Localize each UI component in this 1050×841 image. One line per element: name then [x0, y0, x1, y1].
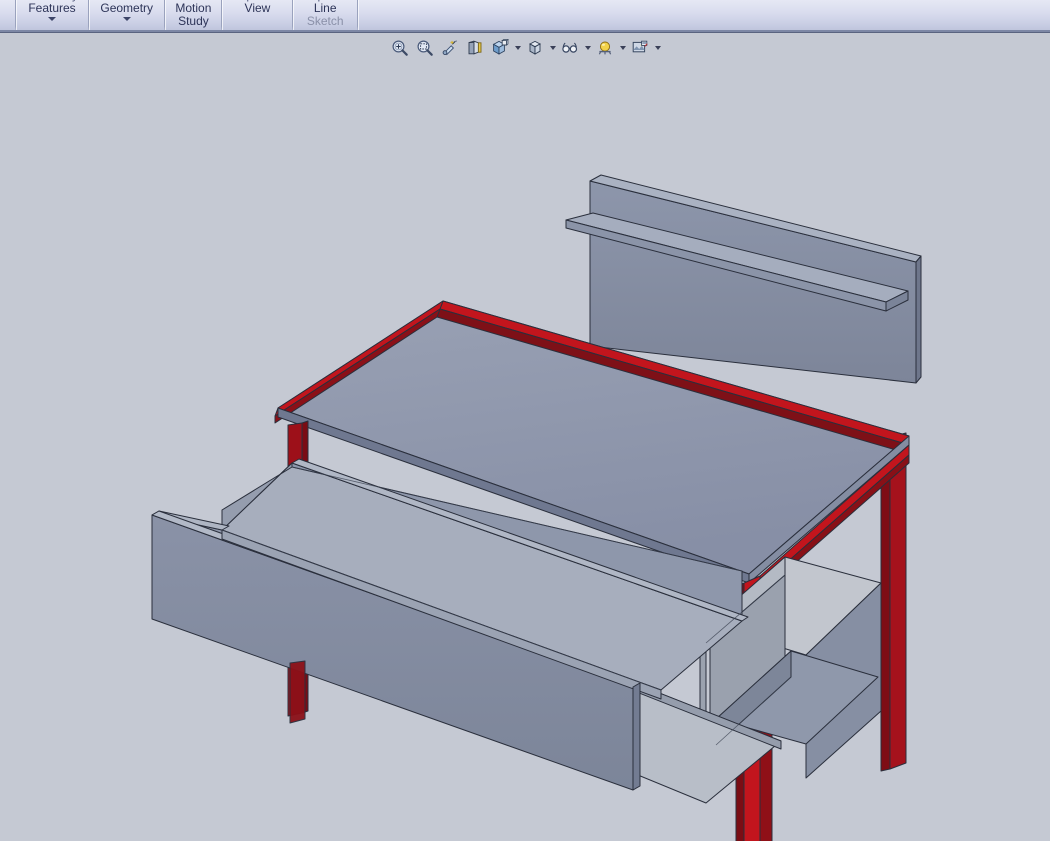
- tab-assembly-features-line2: Features: [28, 2, 75, 15]
- chevron-down-icon[interactable]: [123, 17, 131, 21]
- tab-separator: [15, 0, 16, 33]
- chevron-down-icon[interactable]: [653, 36, 662, 60]
- ribbon-tab-bar: s Assembly Features Reference Geometry N…: [0, 0, 1050, 33]
- tab-motion-study-line1: New: [181, 0, 205, 2]
- backsplash-panel-right-edge: [916, 256, 921, 383]
- chevron-down-icon[interactable]: [548, 36, 557, 60]
- chevron-down-icon[interactable]: [618, 36, 627, 60]
- chevron-down-icon[interactable]: [583, 36, 592, 60]
- display-style-icon[interactable]: [523, 36, 547, 60]
- tab-reference-geometry-line2: Geometry: [100, 2, 153, 15]
- tab-separator: [221, 0, 222, 33]
- tab-explode-line-sketch-line3: Sketch: [307, 15, 344, 28]
- tab-separator: [292, 0, 293, 33]
- tab-partial-left[interactable]: s: [0, 0, 14, 2]
- chevron-down-icon[interactable]: [513, 36, 522, 60]
- edit-appearance-icon[interactable]: [593, 36, 617, 60]
- solidworks-window: s Assembly Features Reference Geometry N…: [0, 0, 1050, 841]
- tab-separator: [357, 0, 358, 33]
- tab-motion-study-line3: Study: [178, 15, 209, 28]
- chevron-down-icon[interactable]: [48, 17, 56, 21]
- tab-assembly-features-line1: Assembly: [26, 0, 78, 2]
- zoom-to-fit-icon[interactable]: [388, 36, 412, 60]
- tab-explode-line-sketch[interactable]: Explode Line Sketch: [294, 0, 355, 28]
- tab-separator: [88, 0, 89, 33]
- ribbon-tab-row: s Assembly Features Reference Geometry N…: [0, 0, 359, 33]
- tab-explode-line-sketch-line1: Explode: [303, 0, 346, 2]
- drawer-right-end-cap: [633, 683, 640, 790]
- tab-assembly-features[interactable]: Assembly Features: [17, 0, 87, 21]
- view-toolbar: [0, 33, 1050, 63]
- zoom-to-area-icon[interactable]: [413, 36, 437, 60]
- leg-rear-left: [290, 661, 305, 723]
- zoom-in-out-icon[interactable]: [438, 36, 462, 60]
- tab-exploded-view-line2: View: [245, 2, 271, 15]
- leg-rear-right: [890, 433, 906, 769]
- tab-reference-geometry-line1: Reference: [99, 0, 154, 2]
- apply-scene-icon[interactable]: [628, 36, 652, 60]
- tab-exploded-view-line1: Exploded: [232, 0, 282, 2]
- tab-reference-geometry[interactable]: Reference Geometry: [90, 0, 163, 21]
- tab-exploded-view[interactable]: Exploded View: [223, 0, 291, 15]
- workbench-3d-model: [0, 63, 1050, 841]
- tab-motion-study[interactable]: New Motion Study: [166, 0, 220, 28]
- section-view-icon[interactable]: [463, 36, 487, 60]
- tab-partial-left-line2: s: [4, 0, 10, 2]
- hide-show-items-icon[interactable]: [558, 36, 582, 60]
- view-toolbar-buttons: [388, 36, 662, 60]
- graphics-viewport[interactable]: [0, 63, 1050, 841]
- leg-rear-right-shade: [881, 437, 890, 771]
- view-orientation-icon[interactable]: [488, 36, 512, 60]
- tab-separator: [164, 0, 165, 33]
